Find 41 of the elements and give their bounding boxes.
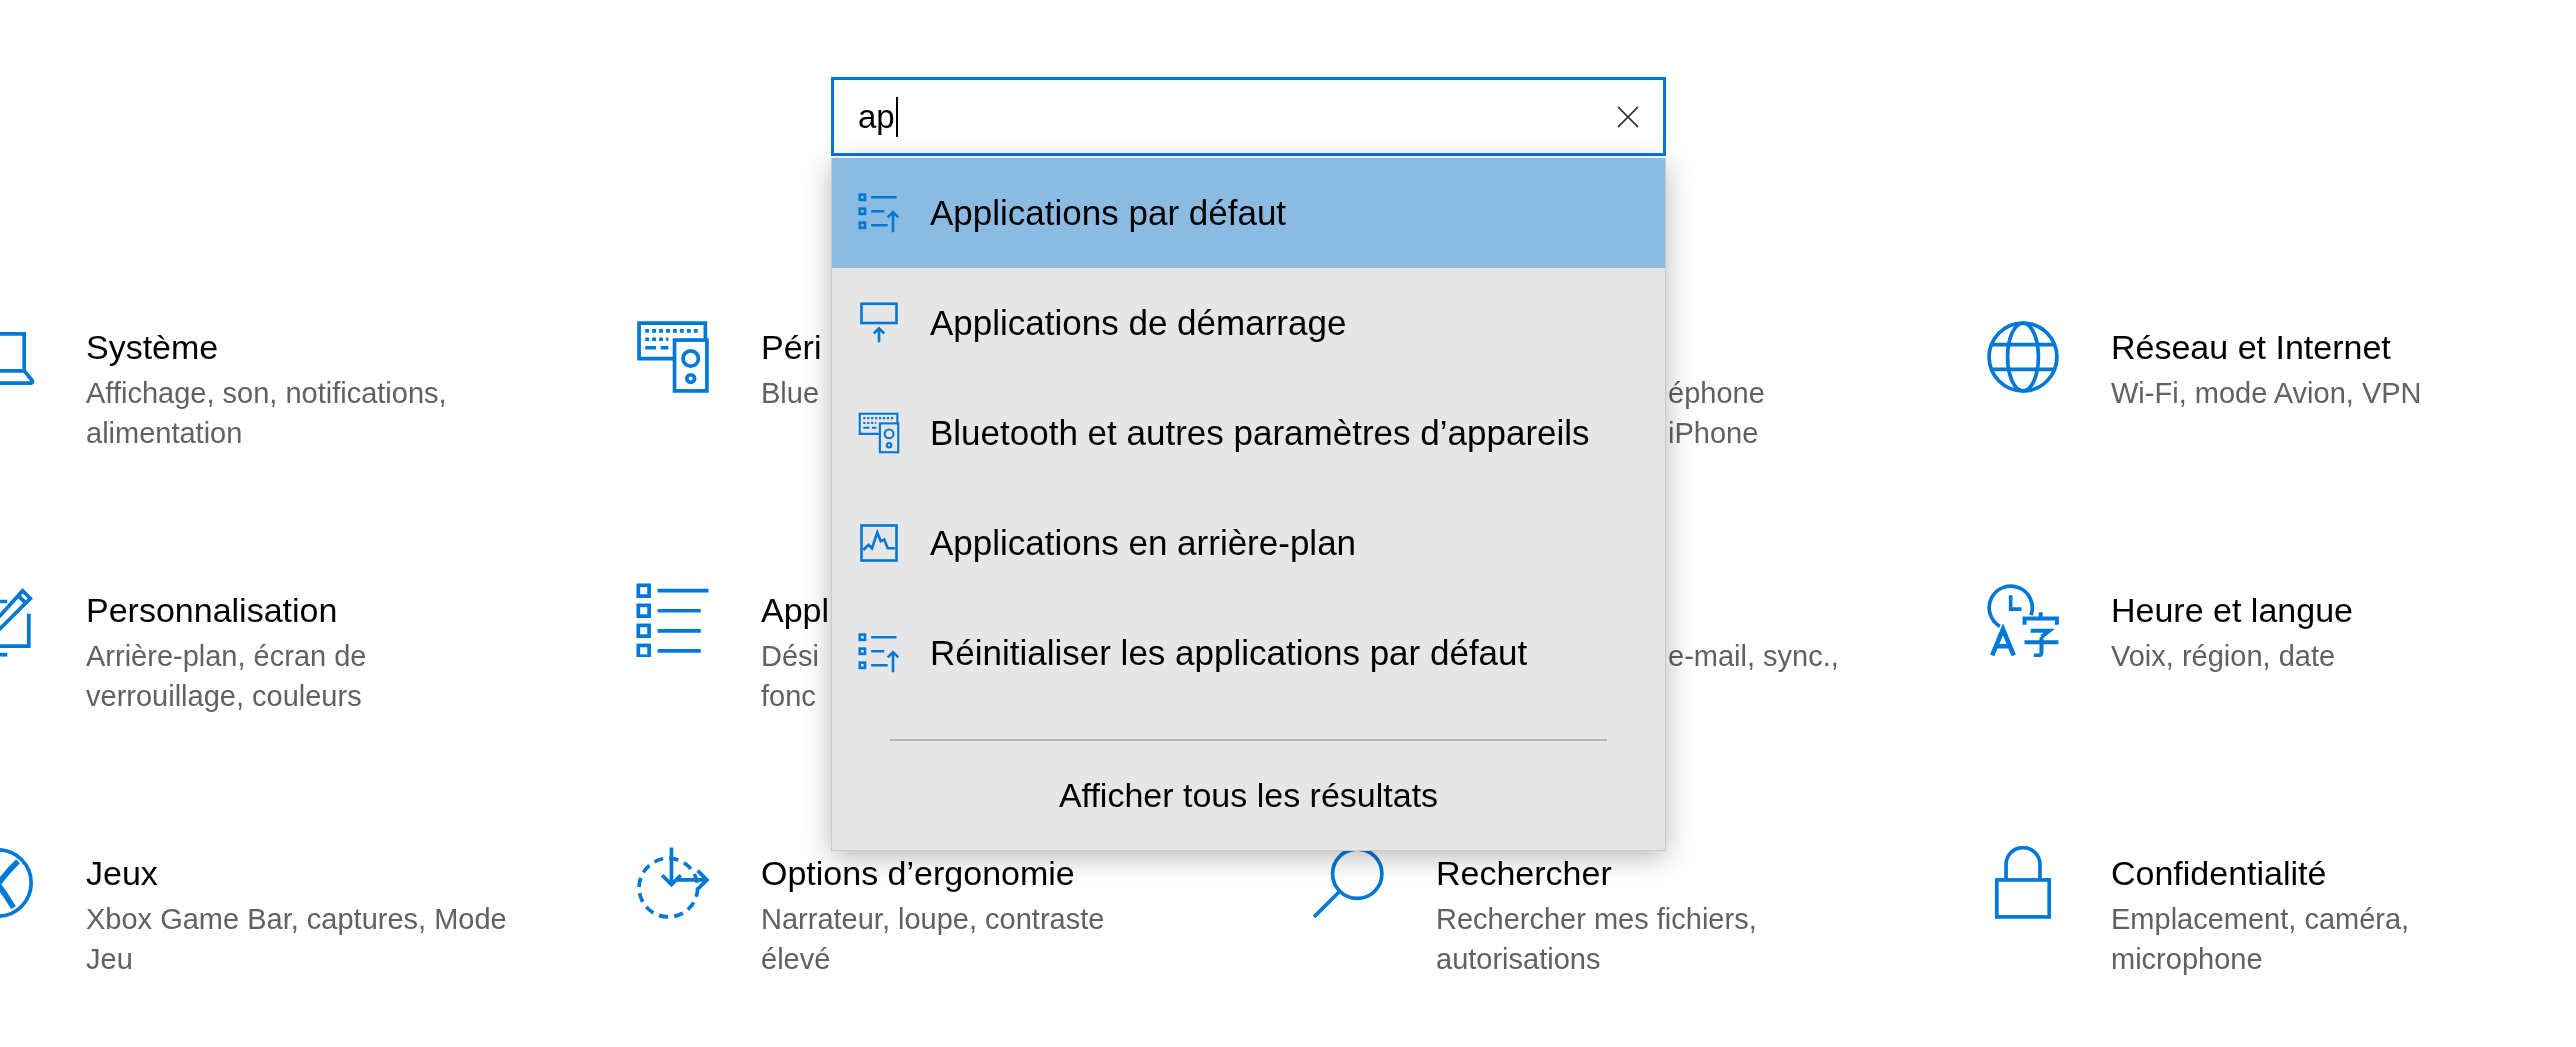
screen-arrow-icon [858, 302, 900, 344]
search-suggestion[interactable]: Réinitialiser les applications par défaut [832, 598, 1665, 708]
category-description: Emplacement, caméra, microphone [2111, 902, 2410, 977]
category-description: Rechercher mes fichiers, autorisations [1436, 902, 1757, 977]
search-suggestion[interactable]: Applications en arrière-plan [832, 488, 1665, 598]
category-description: e-mail, sync., [1668, 639, 1839, 674]
category-description: Dési fonc [761, 639, 819, 714]
dashed-circle-arrows-icon [636, 846, 710, 920]
keyboard-speaker-icon [858, 412, 900, 454]
category-description: Voix, région, date [2111, 639, 2336, 674]
chart-icon [858, 522, 900, 564]
show-all-results-link[interactable]: Afficher tous les résultats [1058, 770, 1439, 821]
category-title[interactable]: Heure et langue [2111, 590, 2353, 630]
search-suggestion[interactable]: Applications de démarrage [832, 268, 1665, 378]
list-arrow-icon [858, 192, 900, 234]
category-title[interactable]: Options d’ergonomie [761, 853, 1075, 893]
category-description: Narrateur, loupe, contraste élevé [761, 902, 1105, 977]
category-title[interactable]: Réseau et Internet [2111, 327, 2391, 367]
category-title[interactable]: Système [86, 327, 219, 367]
category-description: Arrière-plan, écran de verrouillage, couleurs [86, 639, 367, 714]
keyboard-speaker-icon [636, 320, 710, 394]
search-field[interactable]: ap [831, 77, 1666, 156]
category-description: éphone iPhone [1668, 376, 1765, 451]
category-title[interactable]: Rechercher [1436, 853, 1612, 893]
search-suggestion[interactable]: Applications par défaut [832, 158, 1665, 268]
globe-icon [1986, 320, 2060, 394]
category-title[interactable]: Péri [761, 327, 822, 367]
search-suggestion[interactable]: Bluetooth et autres paramètres d’appareils [832, 378, 1665, 488]
text-cursor-icon [895, 96, 898, 137]
category-description: Xbox Game Bar, captures, Mode Jeu [86, 902, 507, 977]
category-description: Blue [761, 376, 820, 411]
category-description: Wi-Fi, mode Avion, VPN [2111, 376, 2422, 411]
list-icon [636, 583, 710, 657]
category-title[interactable]: Personnalisation [86, 590, 338, 630]
category-title[interactable]: Jeux [86, 853, 158, 893]
category-title[interactable]: Appl [761, 590, 830, 630]
close-icon [1617, 105, 1639, 128]
category-description: Affichage, son, notifications, alimentation [86, 376, 447, 451]
category-title[interactable]: Confidentialité [2111, 853, 2327, 893]
list-arrow-icon [858, 632, 900, 674]
clock-letters-icon [1986, 583, 2060, 657]
